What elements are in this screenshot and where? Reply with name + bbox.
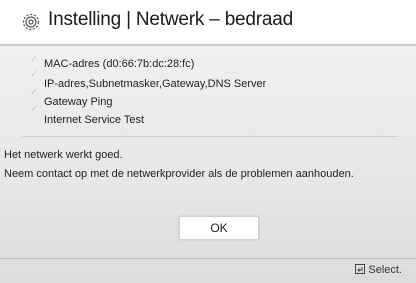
footer-hint: Select. (355, 264, 402, 276)
ok-button[interactable]: OK (179, 216, 259, 240)
page-title: Instelling | Netwerk – bedraad (48, 9, 294, 30)
test-item-gateway-ping: Gateway Ping (44, 96, 113, 108)
check-icon: ✓ (30, 87, 39, 98)
test-item-mac: MAC-adres (d0:66:7b:dc:28:fc) (44, 58, 195, 70)
enter-icon (355, 264, 366, 274)
advice-message: Neem contact op met de netwerkprovider a… (4, 168, 354, 180)
check-icon: ✓ (30, 69, 39, 80)
footer-hint-label: Select. (368, 264, 402, 276)
dialog-header: Instelling | Netwerk – bedraad (0, 0, 416, 44)
check-icon: ✓ (30, 104, 39, 115)
status-message: Het netwerk werkt goed. (4, 149, 123, 161)
test-item-ip: IP-adres,Subnetmasker,Gateway,DNS Server (44, 78, 267, 90)
footer-divider (0, 258, 416, 259)
test-item-internet-service: Internet Service Test (44, 114, 145, 126)
check-icon: ✓ (30, 54, 39, 65)
divider (22, 136, 398, 137)
header-divider (0, 44, 416, 46)
gear-icon (22, 13, 40, 31)
